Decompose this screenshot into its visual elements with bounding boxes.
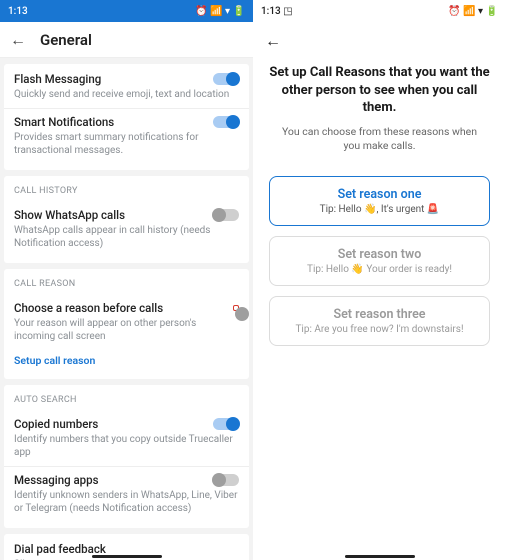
- status-bar: 1:13 ⏰ 📶 ▾ 🔋: [0, 0, 253, 22]
- status-bar: 1:13 ◳ ⏰ 📶 ▾ 🔋: [253, 0, 506, 22]
- toggle-messaging-apps[interactable]: [213, 474, 239, 486]
- reason-card-2[interactable]: Set reason two Tip: Hello 👋 Your order i…: [269, 236, 490, 286]
- card-general: Flash Messaging Quickly send and receive…: [4, 64, 249, 170]
- toggle-whatsapp-calls[interactable]: [213, 209, 239, 221]
- row-title: Smart Notifications: [14, 115, 114, 129]
- row-subtitle: Quickly send and receive emoji, text and…: [4, 88, 249, 108]
- row-title: Show WhatsApp calls: [14, 208, 125, 222]
- status-time: 1:13: [8, 6, 28, 17]
- app-bar: ←: [253, 22, 506, 60]
- call-reason-setup-screen: 1:13 ◳ ⏰ 📶 ▾ 🔋 ← Set up Call Reasons tha…: [253, 0, 506, 560]
- row-show-whatsapp-calls[interactable]: Show WhatsApp calls: [4, 202, 249, 224]
- reason-title: Set reason one: [278, 187, 481, 202]
- card-auto-search: AUTO SEARCH Copied numbers Identify numb…: [4, 385, 249, 528]
- back-arrow-icon[interactable]: ←: [265, 31, 281, 51]
- setup-title: Set up Call Reasons that you want the ot…: [269, 64, 490, 117]
- app-bar: ← General: [0, 22, 253, 58]
- back-arrow-icon[interactable]: ←: [10, 30, 26, 50]
- highlight-box: [233, 305, 239, 311]
- row-messaging-apps[interactable]: Messaging apps: [4, 467, 249, 489]
- status-icons: ⏰ 📶 ▾ 🔋: [448, 6, 498, 17]
- row-flash-messaging[interactable]: Flash Messaging: [4, 66, 249, 88]
- toggle-flash-messaging[interactable]: [213, 73, 239, 85]
- section-label: CALL HISTORY: [4, 178, 249, 202]
- card-call-history: CALL HISTORY Show WhatsApp calls WhatsAp…: [4, 176, 249, 263]
- status-icons: ⏰ 📶 ▾ 🔋: [195, 6, 245, 17]
- row-copied-numbers[interactable]: Copied numbers: [4, 411, 249, 433]
- row-smart-notifications[interactable]: Smart Notifications: [4, 109, 249, 131]
- row-subtitle: Identify unknown senders in WhatsApp, Li…: [4, 489, 249, 522]
- row-subtitle: Your reason will appear on other person'…: [4, 317, 249, 350]
- row-subtitle: WhatsApp calls appear in call history (n…: [4, 224, 249, 257]
- section-label: CALL REASON: [4, 271, 249, 295]
- card-call-reason: CALL REASON Choose a reason before calls…: [4, 269, 249, 379]
- row-title: Dial pad feedback: [14, 542, 106, 556]
- link-setup-call-reason[interactable]: Setup call reason: [4, 350, 249, 373]
- reason-title: Set reason three: [278, 307, 481, 322]
- reason-tip: Tip: Are you free now? I'm downstairs!: [278, 324, 481, 335]
- reason-title: Set reason two: [278, 247, 481, 262]
- row-title: Messaging apps: [14, 473, 99, 487]
- settings-screen: 1:13 ⏰ 📶 ▾ 🔋 ← General Flash Messaging Q…: [0, 0, 253, 560]
- section-label: AUTO SEARCH: [4, 387, 249, 411]
- status-time: 1:13 ◳: [261, 6, 293, 17]
- row-subtitle: Provides smart summary notifications for…: [4, 131, 249, 164]
- row-choose-reason[interactable]: Choose a reason before calls: [4, 295, 249, 317]
- reason-card-1[interactable]: Set reason one Tip: Hello 👋, It's urgent…: [269, 176, 490, 226]
- toggle-smart-notifications[interactable]: [213, 116, 239, 128]
- content: Set up Call Reasons that you want the ot…: [253, 60, 506, 356]
- setup-subtitle: You can choose from these reasons when y…: [269, 125, 490, 154]
- row-subtitle: Identify numbers that you copy outside T…: [4, 433, 249, 466]
- reason-tip: Tip: Hello 👋, It's urgent 🚨: [278, 204, 481, 215]
- gesture-nav-pill: [345, 555, 415, 558]
- row-title: Copied numbers: [14, 417, 98, 431]
- settings-list[interactable]: Flash Messaging Quickly send and receive…: [0, 58, 253, 560]
- reason-tip: Tip: Hello 👋 Your order is ready!: [278, 264, 481, 275]
- toggle-copied-numbers[interactable]: [213, 418, 239, 430]
- gesture-nav-pill: [92, 555, 162, 558]
- row-title: Flash Messaging: [14, 72, 101, 86]
- reason-card-3[interactable]: Set reason three Tip: Are you free now? …: [269, 296, 490, 346]
- row-title: Choose a reason before calls: [14, 301, 163, 315]
- page-title: General: [40, 31, 92, 49]
